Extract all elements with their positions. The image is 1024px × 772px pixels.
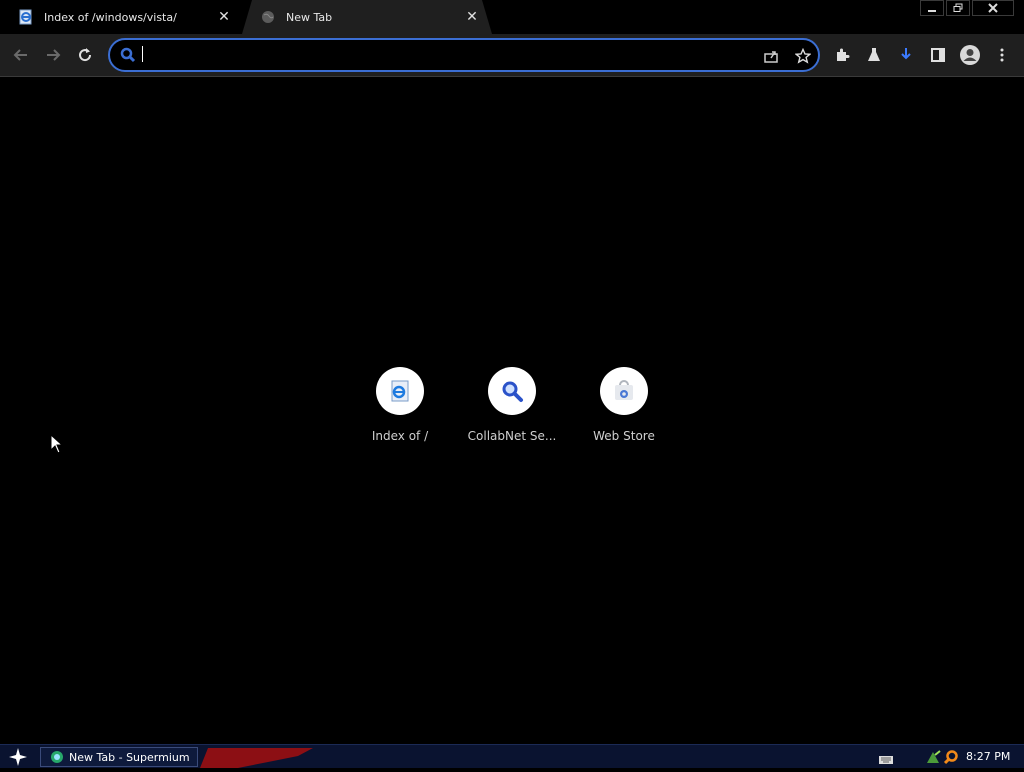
extensions-icon[interactable] xyxy=(827,40,857,70)
start-star-icon[interactable] xyxy=(6,746,30,768)
bookmark-star-icon[interactable] xyxy=(792,45,814,67)
tab-title: New Tab xyxy=(286,10,333,24)
taskbar-item-browser[interactable]: New Tab - Supermium xyxy=(40,747,198,767)
ie-page-icon xyxy=(376,367,424,415)
ie-page-icon xyxy=(18,9,34,25)
shortcut-collabnet[interactable]: CollabNet Se... xyxy=(456,367,568,457)
tab-index-of-vista[interactable]: Index of /windows/vista/ ✕ xyxy=(0,0,244,34)
window-controls xyxy=(918,0,1014,16)
back-icon[interactable] xyxy=(6,40,36,70)
mouse-pointer-icon xyxy=(50,433,64,458)
magnifier-icon xyxy=(488,367,536,415)
search-icon xyxy=(119,46,137,68)
search-tray-icon[interactable] xyxy=(943,749,959,769)
close-window-icon[interactable] xyxy=(972,0,1014,16)
download-icon[interactable] xyxy=(891,40,921,70)
profile-icon[interactable] xyxy=(955,40,985,70)
tab-strip: Index of /windows/vista/ ✕ New Tab ✕ xyxy=(0,0,1024,34)
tab-new-tab[interactable]: New Tab ✕ xyxy=(242,0,492,34)
forward-icon[interactable] xyxy=(38,40,68,70)
menu-icon[interactable] xyxy=(987,40,1017,70)
minimize-icon[interactable] xyxy=(920,0,944,16)
restore-icon[interactable] xyxy=(946,0,970,16)
globe-icon xyxy=(260,9,276,25)
keyboard-icon[interactable] xyxy=(878,751,894,764)
new-tab-page: Index of / CollabNet Se... Web Store xyxy=(0,78,1024,744)
taskbar-clock[interactable]: 8:27 PM xyxy=(966,750,1010,763)
side-panel-icon[interactable] xyxy=(923,40,953,70)
close-icon[interactable]: ✕ xyxy=(216,9,232,25)
browser-toolbar xyxy=(0,34,1024,77)
network-icon[interactable] xyxy=(925,749,941,769)
shortcut-web-store[interactable]: Web Store xyxy=(568,367,680,457)
web-store-icon xyxy=(600,367,648,415)
shortcut-label: Web Store xyxy=(593,429,655,443)
shortcut-label: Index of / xyxy=(371,429,429,443)
labs-flask-icon[interactable] xyxy=(859,40,889,70)
shortcut-label: CollabNet Se... xyxy=(467,429,557,443)
text-caret xyxy=(142,46,143,62)
share-icon[interactable] xyxy=(760,45,782,67)
taskbar: New Tab - Supermium 8:27 PM xyxy=(0,744,1024,768)
supermium-icon xyxy=(49,749,65,765)
shortcut-index-of[interactable]: Index of / xyxy=(344,367,456,457)
taskbar-decoration xyxy=(198,746,318,768)
reload-icon[interactable] xyxy=(70,40,100,70)
tab-title: Index of /windows/vista/ xyxy=(44,10,177,24)
address-bar[interactable] xyxy=(108,38,820,72)
omnibox-input[interactable] xyxy=(142,44,742,66)
taskbar-item-label: New Tab - Supermium xyxy=(69,750,190,764)
close-icon[interactable]: ✕ xyxy=(464,9,480,25)
